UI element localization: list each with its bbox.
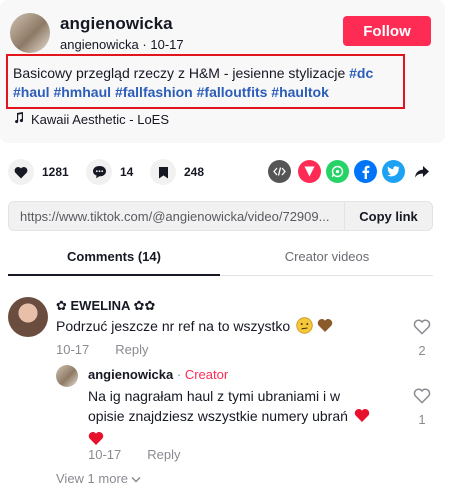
reply-author-name[interactable]: angienowicka <box>88 367 173 382</box>
share-arrow-icon[interactable] <box>410 160 433 183</box>
view-more-label: View 1 more <box>56 471 129 486</box>
comment-icon[interactable] <box>86 159 112 185</box>
comment-date: 10-17 <box>56 342 90 357</box>
view-more-replies[interactable]: View 1 more <box>56 471 141 486</box>
creator-badge: Creator <box>184 367 229 382</box>
embed-icon[interactable] <box>268 160 291 183</box>
comment-text: Podrzuć jeszcze nr ref na to wszystko <box>56 316 333 339</box>
hashtag[interactable]: #falloutfits <box>197 84 268 100</box>
video-description: Basicowy przegląd rzeczy z H&M - jesienn… <box>6 54 405 109</box>
whatsapp-icon[interactable] <box>326 160 349 183</box>
heart-icon[interactable] <box>8 159 34 185</box>
hashtag[interactable]: #haul <box>13 84 50 100</box>
comment-like-control[interactable]: 2 <box>412 319 432 358</box>
commenter-avatar[interactable] <box>8 297 48 337</box>
reply-text-line: Na ig nagrałam haul z tymi ubraniami i w <box>88 388 341 404</box>
tab-comments[interactable]: Comments (14) <box>8 249 220 264</box>
comment-action[interactable]: 14 <box>86 159 133 185</box>
copy-link-button[interactable]: Copy link <box>344 202 432 230</box>
heart-outline-icon[interactable] <box>412 388 432 407</box>
post-date: 10-17 <box>150 37 184 52</box>
reply-text-line-body: opisie znajdziesz wszystkie numery ubrań <box>88 408 348 424</box>
description-text: Basicowy przegląd rzeczy z H&M - jesienn… <box>13 65 350 81</box>
brown-heart-icon <box>317 318 333 338</box>
save-count: 248 <box>184 165 205 179</box>
reply-meta: 10-17 Reply <box>88 447 181 462</box>
music-note-icon <box>14 112 24 127</box>
hashtag[interactable]: #hmhaul <box>53 84 111 100</box>
send-icon[interactable] <box>298 160 321 183</box>
music-title: Kawaii Aesthetic - LoES <box>31 112 170 127</box>
author-handle[interactable]: angienowicka <box>60 37 139 52</box>
author-avatar[interactable] <box>10 13 50 53</box>
separator-dot: · <box>173 367 185 382</box>
red-heart-icon <box>88 428 370 448</box>
comment-meta: 10-17 Reply <box>56 342 149 357</box>
chevron-down-icon <box>131 471 141 486</box>
comment-like-count: 2 <box>418 343 426 358</box>
comment-count: 14 <box>120 165 134 179</box>
reply-like-count: 1 <box>418 412 426 427</box>
music-link[interactable]: Kawaii Aesthetic - LoES <box>14 112 169 127</box>
copy-link-bar: https://www.tiktok.com/@angienowicka/vid… <box>8 201 433 231</box>
heart-outline-icon[interactable] <box>412 319 432 338</box>
thinking-emoji-icon <box>296 317 313 339</box>
hashtag[interactable]: #dc <box>349 65 373 81</box>
facebook-icon[interactable] <box>354 160 377 183</box>
save-action[interactable]: 248 <box>150 159 204 185</box>
reply-text: Na ig nagrałam haul z tymi ubraniami i w… <box>88 386 370 448</box>
twitter-icon[interactable] <box>382 160 405 183</box>
like-count: 1281 <box>42 165 69 179</box>
comment-body: Podrzuć jeszcze nr ref na to wszystko <box>56 318 291 334</box>
action-bar: 1281 14 248 <box>8 159 448 185</box>
comment-tabs: Comments (14) Creator videos <box>8 240 433 276</box>
reply-button[interactable]: Reply <box>115 342 148 357</box>
author-subline: angienowicka · 10-17 <box>60 37 184 52</box>
reply-author: angienowicka · Creator <box>88 367 228 382</box>
tab-creator-videos[interactable]: Creator videos <box>221 249 433 264</box>
reply-date: 10-17 <box>88 447 122 462</box>
red-heart-icon <box>354 408 370 428</box>
hashtag[interactable]: #fallfashion <box>115 84 193 100</box>
video-url: https://www.tiktok.com/@angienowicka/vid… <box>20 208 330 224</box>
commenter-name[interactable]: ✿ EWELINA ✿✿ <box>56 298 155 314</box>
reply-text-line-2: opisie znajdziesz wszystkie numery ubrań <box>88 406 370 428</box>
hashtag[interactable]: #haultok <box>271 84 329 100</box>
reply-button[interactable]: Reply <box>147 447 180 462</box>
reply-author-avatar[interactable] <box>56 365 78 387</box>
reply-like-control[interactable]: 1 <box>412 388 432 427</box>
follow-button[interactable]: Follow <box>343 16 431 46</box>
tab-indicator <box>8 274 220 276</box>
bookmark-icon[interactable] <box>150 159 176 185</box>
author-name[interactable]: angienowicka <box>60 14 173 34</box>
like-action[interactable]: 1281 <box>8 159 69 185</box>
video-info-card: angienowicka angienowicka · 10-17 Follow… <box>0 0 445 143</box>
